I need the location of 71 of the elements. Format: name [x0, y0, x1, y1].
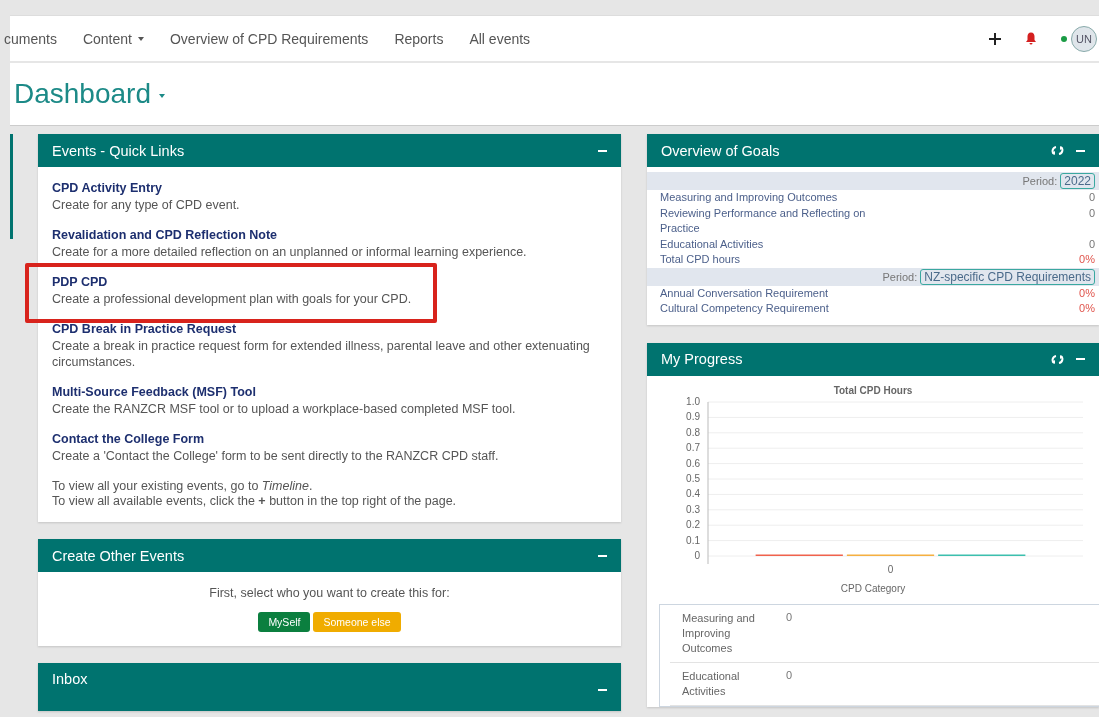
panel-title: Inbox [52, 671, 88, 687]
event-description: Create the RANZCR MSF tool or to upload a workplace-based completed MSF tool. [52, 401, 517, 417]
panel-title: Events - Quick Links [52, 142, 185, 159]
goal-label: Total CPD hours [660, 252, 742, 267]
user-avatar[interactable]: UN [1071, 25, 1097, 52]
period-label: Period: [882, 270, 918, 283]
help-text: To view all available events, click the + button in the top right of the page. [52, 494, 458, 508]
event-link[interactable]: CPD Break in Practice Request [52, 322, 607, 336]
collapse-icon[interactable] [598, 149, 607, 152]
period-select[interactable]: 2022 [1060, 173, 1095, 189]
caret-icon[interactable] [159, 94, 165, 98]
nav-link[interactable]: All events [469, 30, 531, 47]
panel-title: My Progress [661, 351, 743, 367]
nav-link[interactable]: Reports [394, 30, 444, 47]
axis-tick-label: 0 [887, 563, 894, 575]
event-link[interactable]: Contact the College Form [52, 432, 607, 446]
goal-value: 0% [1079, 301, 1095, 316]
plus-icon[interactable] [989, 32, 1001, 45]
event-description: Create a break in practice request form for extended illness, parental leave and other extenuating circumstances. [52, 338, 591, 370]
panel-title: Create Other Events [52, 547, 185, 564]
event-description: Create a professional development plan with goals for your CPD. [52, 291, 413, 307]
nav-link[interactable]: Overview of CPD Requirements [169, 30, 369, 47]
choice-button[interactable]: MySelf [258, 612, 311, 632]
event-description: Create a 'Contact the College' form to be sent directly to the RANZCR CPD staff. [52, 448, 500, 464]
period-label: Period: [1022, 175, 1058, 187]
page-title[interactable]: Dashboard [14, 78, 151, 110]
goal-label: Cultural Competency Requirement [660, 301, 830, 316]
axis-tick-label: 0.8 [686, 426, 700, 438]
goal-label: Reviewing Performance and Reflecting on Practice [660, 205, 867, 236]
goal-value: 0 [1088, 236, 1095, 252]
goal-label: Annual Conversation Requirement [660, 285, 830, 301]
axis-tick-label: 0.9 [686, 410, 700, 422]
caret-icon [137, 36, 144, 41]
nav-link[interactable]: cuments [4, 30, 57, 47]
goal-label: Measuring and Improving Outcomes [660, 190, 839, 205]
panel-title: Overview of Goals [661, 142, 780, 159]
table-cell-text: 0 [786, 668, 793, 683]
refresh-icon[interactable] [1051, 145, 1064, 156]
collapse-icon[interactable] [1076, 149, 1085, 152]
collapse-icon[interactable] [598, 554, 607, 557]
axis-tick-label: 0.2 [686, 518, 700, 530]
table-cell-text: 0 [786, 610, 793, 625]
goal-value: 0% [1079, 252, 1095, 267]
period-select[interactable]: NZ-specific CPD Requirements [920, 268, 1095, 285]
goal-value: 0 [1088, 190, 1095, 205]
chart-title: Total CPD Hours [833, 384, 913, 396]
goal-value: 0 [1088, 205, 1095, 221]
axis-title: CPD Category [840, 582, 906, 594]
axis-tick-label: 0.4 [686, 487, 700, 499]
axis-tick-label: 1.0 [686, 395, 700, 407]
axis-tick-label: 0.7 [686, 441, 700, 453]
goal-value: 0% [1079, 285, 1095, 301]
event-link[interactable]: CPD Activity Entry [52, 181, 607, 195]
goal-label: Educational Activities [660, 236, 765, 252]
event-description: Create for a more detailed reflection on an unplanned or informal learning experience. [52, 244, 528, 260]
event-link[interactable]: Multi-Source Feedback (MSF) Tool [52, 385, 607, 399]
axis-tick-label: 0 [694, 549, 700, 561]
axis-tick-label: 0.5 [686, 472, 700, 484]
nav-link[interactable]: Content [82, 30, 144, 47]
event-link[interactable]: PDP CPD [52, 275, 607, 289]
help-text: To view all your existing events, go to Timeline. [52, 479, 314, 493]
event-link[interactable]: Revalidation and CPD Reflection Note [52, 228, 607, 242]
refresh-icon[interactable] [1051, 353, 1064, 365]
bell-icon[interactable] [1025, 32, 1037, 45]
event-description: Create for any type of CPD event. [52, 197, 241, 213]
axis-tick-label: 0.1 [686, 534, 700, 546]
axis-tick-label: 0.3 [686, 503, 700, 515]
table-cell-text: Measuring and Improving Outcomes [681, 610, 756, 656]
axis-tick-label: 0.6 [686, 457, 700, 469]
prompt-text: First, select who you want to create this for: [209, 586, 450, 600]
table-cell-text: Educational Activities [681, 668, 741, 699]
